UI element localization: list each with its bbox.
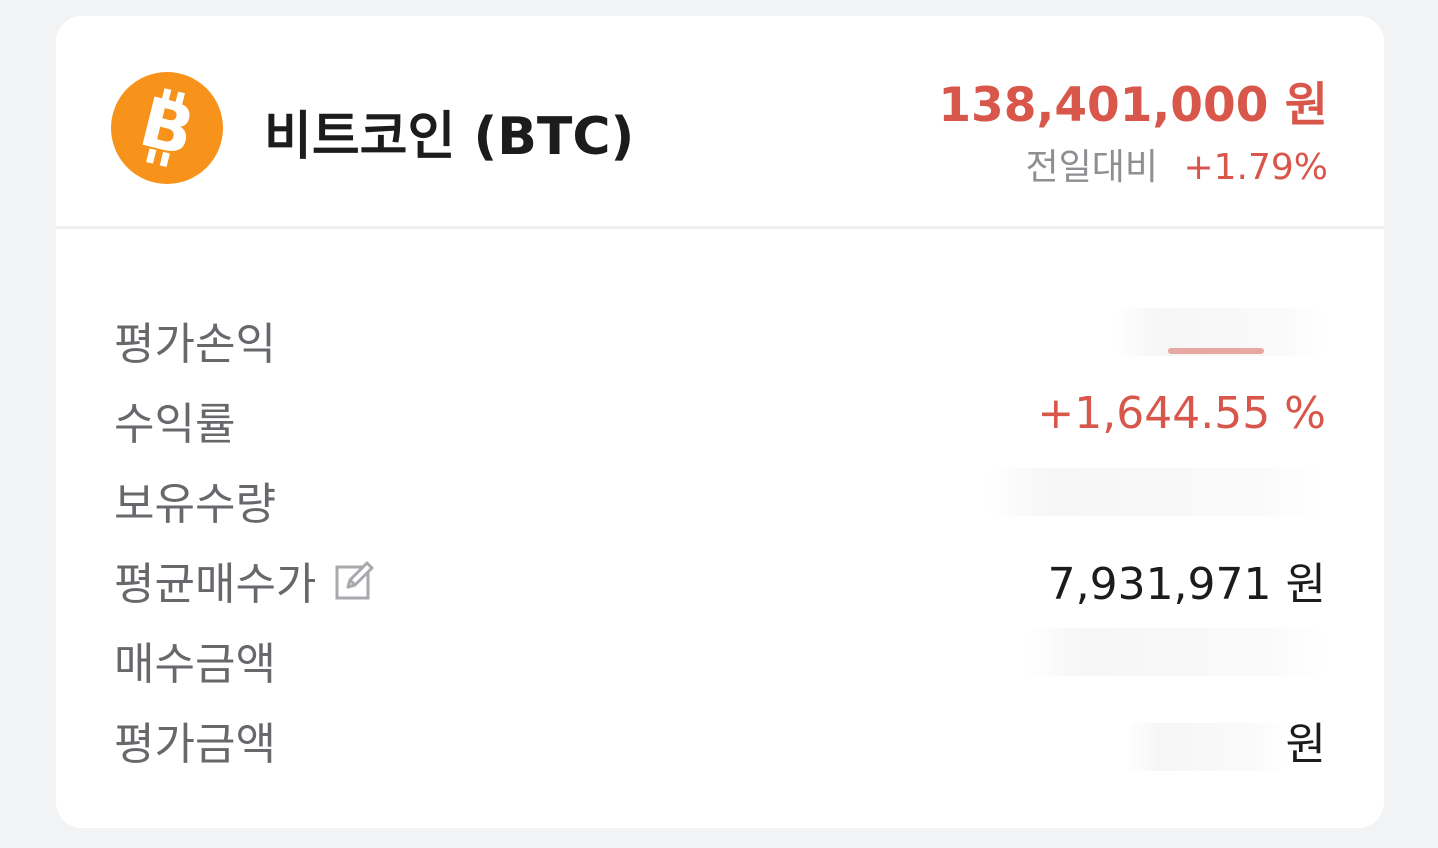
daily-change: 전일대비 +1.79% [1026, 138, 1328, 190]
row-valuation-pnl: 평가손익 [56, 296, 1384, 376]
row-label: 평가금액 [114, 719, 276, 770]
holding-quantity-value-masked [986, 468, 1326, 527]
row-holding-quantity: 보유수량 [56, 456, 1384, 536]
return-rate-value: +1,644.55 % [1037, 388, 1326, 439]
valuation-amount-value: 원 [1125, 708, 1326, 772]
row-label: 평균매수가 [114, 559, 317, 610]
coin-name: 비트코인 (BTC) [264, 107, 635, 167]
current-price: 138,401,000 원 [938, 78, 1328, 133]
row-label: 보유수량 [114, 479, 276, 530]
average-buy-price-value: 7,931,971 원 [1047, 559, 1326, 610]
coin-header[interactable]: B 비트코인 (BTC) 138,401,000 원 전일대비 +1.79% [56, 16, 1384, 226]
row-valuation-amount: 평가금액 원 [56, 696, 1384, 776]
row-label: 평가손익 [114, 319, 276, 370]
average-buy-price-label: 평균매수가 [114, 548, 376, 612]
bitcoin-icon: B [111, 72, 223, 184]
daily-change-value: +1.79% [1183, 147, 1328, 188]
buy-amount-value-masked [1026, 628, 1326, 687]
valuation-amount-unit: 원 [1285, 719, 1326, 770]
holding-card: B 비트코인 (BTC) 138,401,000 원 전일대비 +1.79% 평… [56, 16, 1384, 828]
row-average-buy-price: 평균매수가 7,931,971 원 [56, 536, 1384, 616]
row-label: 수익률 [114, 399, 236, 450]
row-label: 매수금액 [114, 639, 276, 690]
row-buy-amount: 매수금액 [56, 616, 1384, 696]
divider [56, 226, 1384, 229]
row-return-rate: 수익률 +1,644.55 % [56, 376, 1384, 456]
valuation-pnl-value-masked [1116, 308, 1326, 367]
daily-change-label: 전일대비 [1025, 147, 1159, 188]
edit-icon[interactable] [334, 559, 376, 601]
